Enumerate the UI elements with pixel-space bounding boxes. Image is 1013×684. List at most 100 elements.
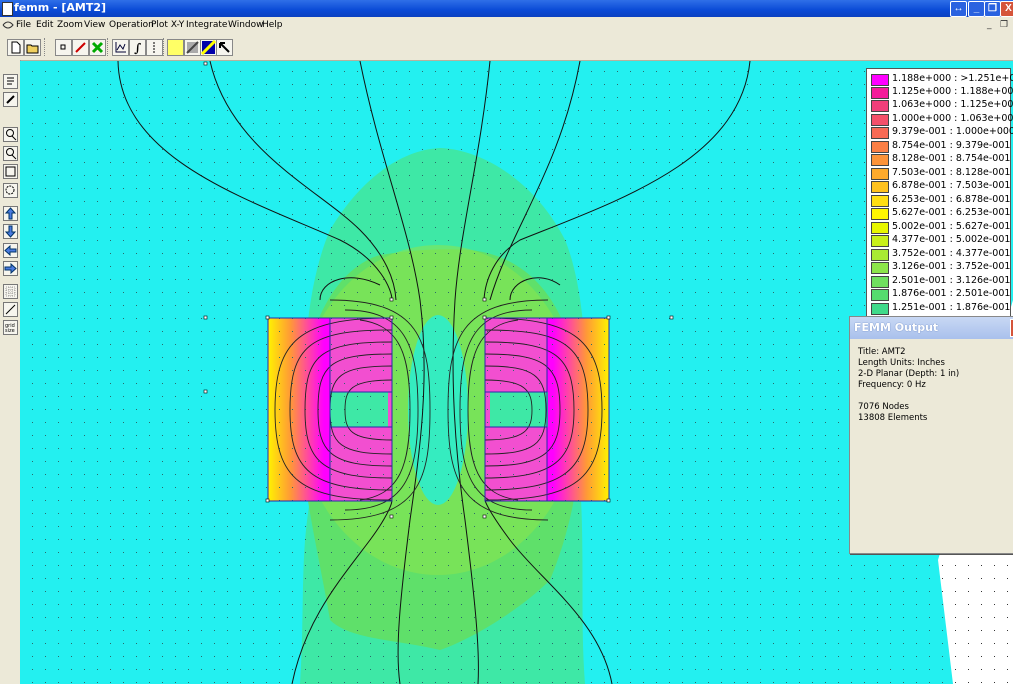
minimize-button[interactable]: _ <box>968 1 985 17</box>
pan-down-icon[interactable] <box>3 224 18 239</box>
legend-range: 5.627e-001 : 6.253e-001 <box>892 207 1011 218</box>
left-toolbar: grid size <box>0 60 21 684</box>
restore-button[interactable]: ❐ <box>984 1 1001 17</box>
line-integral-icon[interactable] <box>146 39 163 56</box>
legend-entry: 4.377e-001 : 5.002e-001 <box>871 234 1010 247</box>
legend-entry: 1.251e-001 : 1.876e-001 <box>871 302 1010 315</box>
density-plot-icon[interactable] <box>184 39 201 56</box>
menu-edit[interactable]: Edit <box>36 20 53 30</box>
legend-swatch <box>871 262 889 274</box>
legend-range: 1.876e-001 : 2.501e-001 <box>892 288 1011 299</box>
legend-swatch <box>871 168 889 180</box>
grid-size-icon[interactable]: grid size <box>3 320 18 335</box>
svg-text:size: size <box>5 328 15 334</box>
legend-swatch <box>871 249 889 261</box>
legend-range: 1.188e+000 : >1.251e+000 <box>892 73 1013 84</box>
segment-mode-button[interactable] <box>72 39 89 56</box>
pan-left-icon[interactable] <box>3 243 18 258</box>
zoom-natural-icon[interactable] <box>3 164 18 179</box>
menu-operation[interactable]: Operation <box>109 20 154 30</box>
menu-file[interactable]: File <box>16 20 31 30</box>
menu-help[interactable]: Help <box>262 20 283 30</box>
zoom-out-icon[interactable] <box>3 146 18 161</box>
density-legend: 1.188e+000 : >1.251e+000 1.125e+000 : 1.… <box>866 68 1013 318</box>
legend-entry: 1.063e+000 : 1.125e+000 <box>871 99 1013 112</box>
legend-entry: 6.253e-001 : 6.878e-001 <box>871 194 1010 207</box>
output-title: FEMM Output <box>854 321 939 334</box>
document-icon[interactable] <box>2 19 14 31</box>
output-line: 2-D Planar (Depth: 1 in) <box>858 369 960 379</box>
title-bar[interactable]: femm - [AMT2] ↔ _ ❐ X <box>0 0 1013 17</box>
node-mode-button[interactable] <box>55 39 72 56</box>
zoom-window-icon[interactable] <box>3 183 18 198</box>
legend-swatch <box>871 100 889 112</box>
plot-xy-icon[interactable] <box>112 39 129 56</box>
toolbar: ∫ <box>0 34 1013 61</box>
legend-range: 1.125e+000 : 1.188e+000 <box>892 86 1013 97</box>
legend-swatch <box>871 222 889 234</box>
output-line: 13808 Elements <box>858 413 928 423</box>
legend-entry: 1.188e+000 : >1.251e+000 <box>871 73 1013 86</box>
toolbar-separator <box>44 38 47 56</box>
zoom-in-icon[interactable] <box>3 127 18 142</box>
delete-button[interactable] <box>89 39 106 56</box>
legend-range: 3.752e-001 : 4.377e-001 <box>892 248 1011 259</box>
legend-entry: 9.379e-001 : 1.000e+000 <box>871 126 1013 139</box>
legend-range: 8.128e-001 : 8.754e-001 <box>892 153 1011 164</box>
pencil-icon[interactable] <box>3 92 18 107</box>
mdi-restore-button[interactable]: ❐ <box>1000 20 1008 30</box>
legend-range: 9.379e-001 : 1.000e+000 <box>892 126 1013 137</box>
legend-swatch <box>871 276 889 288</box>
menu-plot-xy[interactable]: Plot X-Y <box>151 20 184 30</box>
window-title: femm - [AMT2] <box>14 1 107 14</box>
new-file-button[interactable] <box>7 39 24 56</box>
legend-swatch <box>871 235 889 247</box>
legend-range: 1.063e+000 : 1.125e+000 <box>892 99 1013 110</box>
mdi-minimize-button[interactable]: _ <box>987 20 992 30</box>
legend-swatch <box>871 195 889 207</box>
contour-plot-icon[interactable] <box>200 39 217 56</box>
legend-range: 1.251e-001 : 1.876e-001 <box>892 302 1011 313</box>
legend-range: 5.002e-001 : 5.627e-001 <box>892 221 1011 232</box>
menu-integrate[interactable]: Integrate <box>186 20 227 30</box>
menu-bar: File Edit Zoom View Operation Plot X-Y I… <box>0 17 1013 34</box>
show-mesh-button[interactable] <box>167 39 184 56</box>
legend-swatch <box>871 87 889 99</box>
legend-swatch <box>871 127 889 139</box>
output-titlebar[interactable]: FEMM Output <box>850 317 1013 339</box>
legend-swatch <box>871 208 889 220</box>
menu-view[interactable]: View <box>84 20 105 30</box>
legend-range: 4.377e-001 : 5.002e-001 <box>892 234 1011 245</box>
menu-window[interactable]: Window <box>228 20 264 30</box>
legend-range: 6.878e-001 : 7.503e-001 <box>892 180 1011 191</box>
pan-right-icon[interactable] <box>3 261 18 276</box>
integrate-icon[interactable]: ∫ <box>129 39 146 56</box>
legend-entry: 8.128e-001 : 8.754e-001 <box>871 153 1010 166</box>
legend-entry: 5.627e-001 : 6.253e-001 <box>871 207 1010 220</box>
resize-icon[interactable]: ↔ <box>950 1 967 17</box>
legend-entry: 6.878e-001 : 7.503e-001 <box>871 180 1010 193</box>
legend-swatch <box>871 141 889 153</box>
legend-range: 8.754e-001 : 9.379e-001 <box>892 140 1011 151</box>
legend-entry: 1.876e-001 : 2.501e-001 <box>871 288 1010 301</box>
legend-swatch <box>871 289 889 301</box>
edit-props-icon[interactable] <box>3 74 18 89</box>
legend-range: 1.000e+000 : 1.063e+000 <box>892 113 1013 124</box>
legend-swatch <box>871 74 889 86</box>
legend-swatch <box>871 181 889 193</box>
menu-zoom[interactable]: Zoom <box>57 20 83 30</box>
open-file-button[interactable] <box>24 39 41 56</box>
legend-range: 2.501e-001 : 3.126e-001 <box>892 275 1011 286</box>
svg-text:∫: ∫ <box>134 41 141 55</box>
output-line: Length Units: Inches <box>858 358 945 368</box>
grid-icon[interactable] <box>3 284 18 299</box>
output-panel[interactable]: FEMM Output Title: AMT2 Length Units: In… <box>849 316 1013 554</box>
legend-entry: 7.503e-001 : 8.128e-001 <box>871 167 1010 180</box>
legend-entry: 8.754e-001 : 9.379e-001 <box>871 140 1010 153</box>
close-button[interactable]: X <box>1000 1 1013 17</box>
pan-up-icon[interactable] <box>3 206 18 221</box>
snap-grid-icon[interactable] <box>3 302 18 317</box>
legend-range: 6.253e-001 : 6.878e-001 <box>892 194 1011 205</box>
pointer-arrow-icon[interactable] <box>216 39 233 56</box>
